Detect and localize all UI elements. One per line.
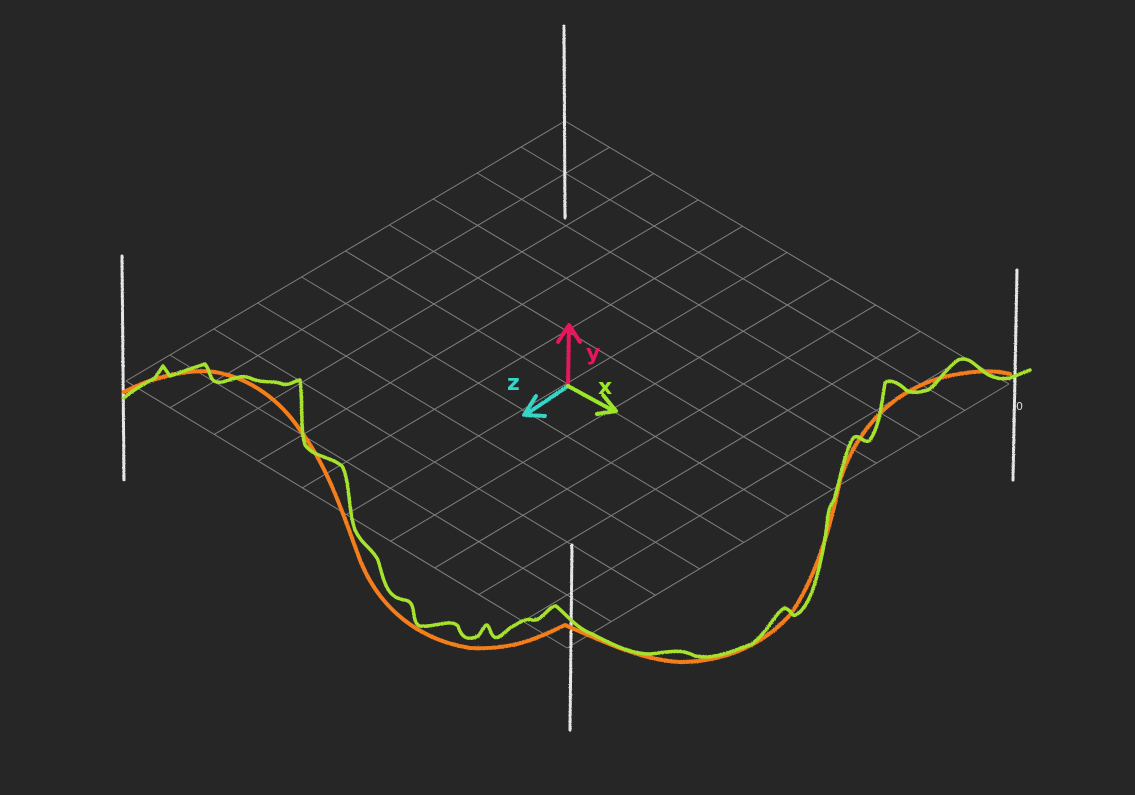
grid-line-v — [301, 276, 745, 543]
grid-line-v — [169, 354, 612, 623]
grid-line-v — [257, 302, 700, 570]
axes-gizmo[interactable] — [522, 323, 618, 418]
post-left — [120, 254, 126, 482]
y-axis-label: y — [586, 341, 600, 366]
origin-label: 0 — [1016, 400, 1023, 413]
grid-line-v — [125, 380, 568, 649]
scene-svg[interactable]: 0 y z x — [0, 0, 1135, 795]
viewport-3d[interactable]: 0 y z x — [0, 0, 1135, 795]
y-axis-arrow[interactable] — [556, 323, 582, 388]
post-front — [568, 543, 574, 732]
grid-line-v — [213, 328, 656, 596]
post-back — [562, 24, 567, 220]
z-axis-label: z — [507, 371, 520, 396]
z-axis-arrow[interactable] — [522, 384, 570, 418]
x-axis-label: x — [598, 375, 612, 400]
